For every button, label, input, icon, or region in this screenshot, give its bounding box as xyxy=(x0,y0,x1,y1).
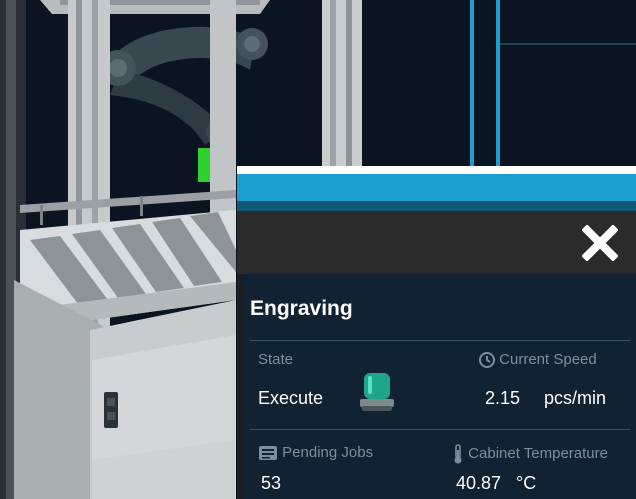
machine-title: Engraving xyxy=(250,297,353,320)
speed-unit: pcs/min xyxy=(544,388,607,408)
list-icon xyxy=(259,446,277,461)
speed-label: Current Speed xyxy=(499,351,597,368)
pending-jobs-label: Pending Jobs xyxy=(282,444,374,461)
divider xyxy=(250,429,630,430)
panel-top-border xyxy=(237,166,636,174)
panel-accent-bar xyxy=(237,174,636,201)
panel-header xyxy=(237,211,636,274)
cabinet-temperature-unit: °C xyxy=(516,473,537,493)
pending-jobs-label-group: Pending Jobs xyxy=(258,444,373,461)
beacon-light-icon xyxy=(360,373,394,411)
panel-accent-shadow xyxy=(237,201,636,211)
panel-body: Engraving State Execute Current Speed 2.… xyxy=(244,274,636,499)
cabinet-temperature-value: 40.87 xyxy=(456,473,502,493)
speed-value: 2.15 xyxy=(485,388,521,408)
machine-info-panel: Engraving State Execute Current Speed 2.… xyxy=(237,166,636,499)
clock-icon xyxy=(479,352,495,369)
close-icon[interactable] xyxy=(582,225,618,261)
cabinet-temperature-label-group: Cabinet Temperature xyxy=(452,444,608,464)
frame-post-right xyxy=(322,0,362,170)
pending-jobs-value: 53 xyxy=(261,473,282,493)
cabinet-temperature-label: Cabinet Temperature xyxy=(468,444,608,462)
state-label: State xyxy=(258,351,294,368)
speed-label-group: Current Speed xyxy=(479,351,597,369)
thermometer-icon xyxy=(454,444,462,464)
divider xyxy=(250,340,630,341)
state-value: Execute xyxy=(258,388,324,408)
